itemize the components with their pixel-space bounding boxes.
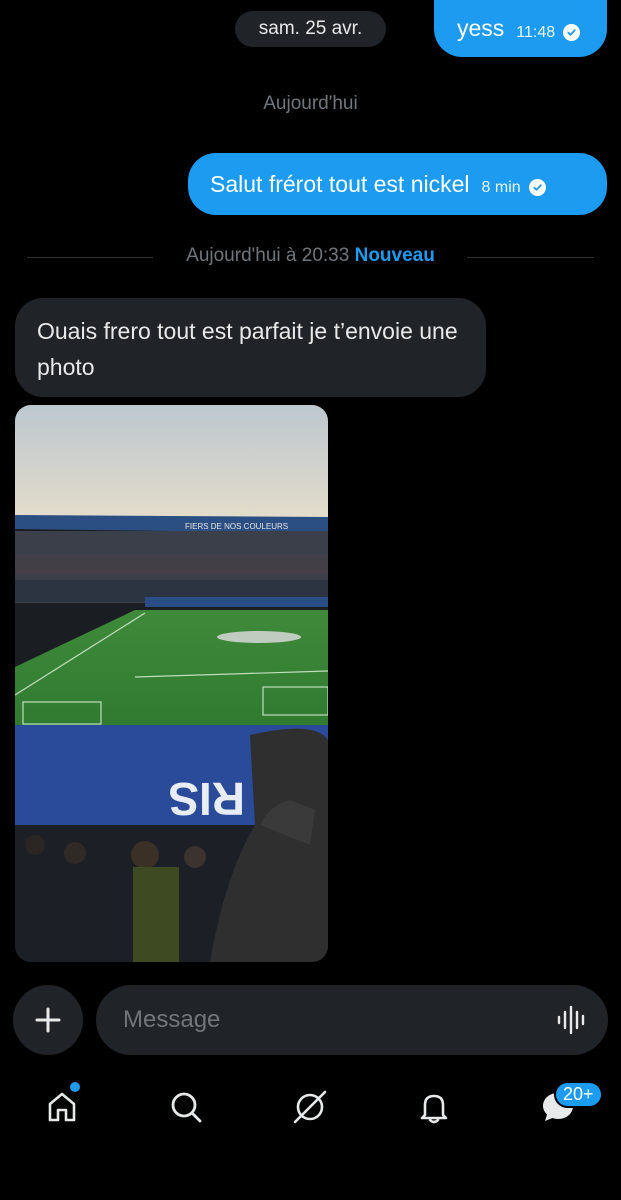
message-time: 8 min <box>481 179 521 196</box>
plus-icon <box>35 1007 61 1033</box>
read-check-icon <box>563 23 581 41</box>
search-icon <box>171 1092 202 1123</box>
notification-dot <box>69 1081 81 1093</box>
nav-notifications[interactable] <box>412 1085 456 1129</box>
new-label: Nouveau <box>354 245 435 266</box>
message-outgoing[interactable]: Salut frérot tout est nickel 8 min <box>188 153 607 215</box>
divider-time: Aujourd'hui à 20:33 <box>186 245 350 266</box>
messages-badge: 20+ <box>554 1081 603 1108</box>
home-icon <box>48 1092 76 1122</box>
read-check-icon <box>528 179 546 196</box>
bell-icon <box>420 1094 448 1124</box>
message-incoming[interactable]: Ouais frero tout est parfait je t’envoie… <box>15 298 486 397</box>
message-input[interactable] <box>121 1005 525 1035</box>
voice-message-icon[interactable] <box>556 1005 588 1035</box>
message-text: yess <box>457 15 505 41</box>
stadium-banner-text: FIERS DE NOS COULEURS <box>185 522 288 531</box>
message-text: Ouais frero tout est parfait je t’envoie… <box>37 318 458 380</box>
nav-search[interactable] <box>164 1085 208 1129</box>
nav-grok[interactable] <box>288 1085 332 1129</box>
message-photo[interactable]: FIERS DE NOS COULEURS RIS <box>15 405 328 962</box>
message-outgoing[interactable]: yess 11:48 <box>434 0 607 57</box>
svg-text:RIS: RIS <box>168 773 245 825</box>
message-text: Salut frérot tout est nickel <box>210 170 470 197</box>
message-input-container[interactable] <box>96 985 608 1055</box>
date-pill: sam. 25 avr. <box>235 11 386 47</box>
day-separator: Aujourd'hui <box>263 93 358 114</box>
new-divider-label: Aujourd'hui à 20:33 Nouveau <box>0 245 621 267</box>
add-attachment-button[interactable] <box>13 985 83 1055</box>
message-time: 11:48 <box>516 23 556 41</box>
new-messages-divider: Aujourd'hui à 20:33 Nouveau <box>0 243 621 271</box>
grok-icon <box>293 1090 327 1124</box>
stadium-photo: FIERS DE NOS COULEURS RIS <box>15 405 328 962</box>
